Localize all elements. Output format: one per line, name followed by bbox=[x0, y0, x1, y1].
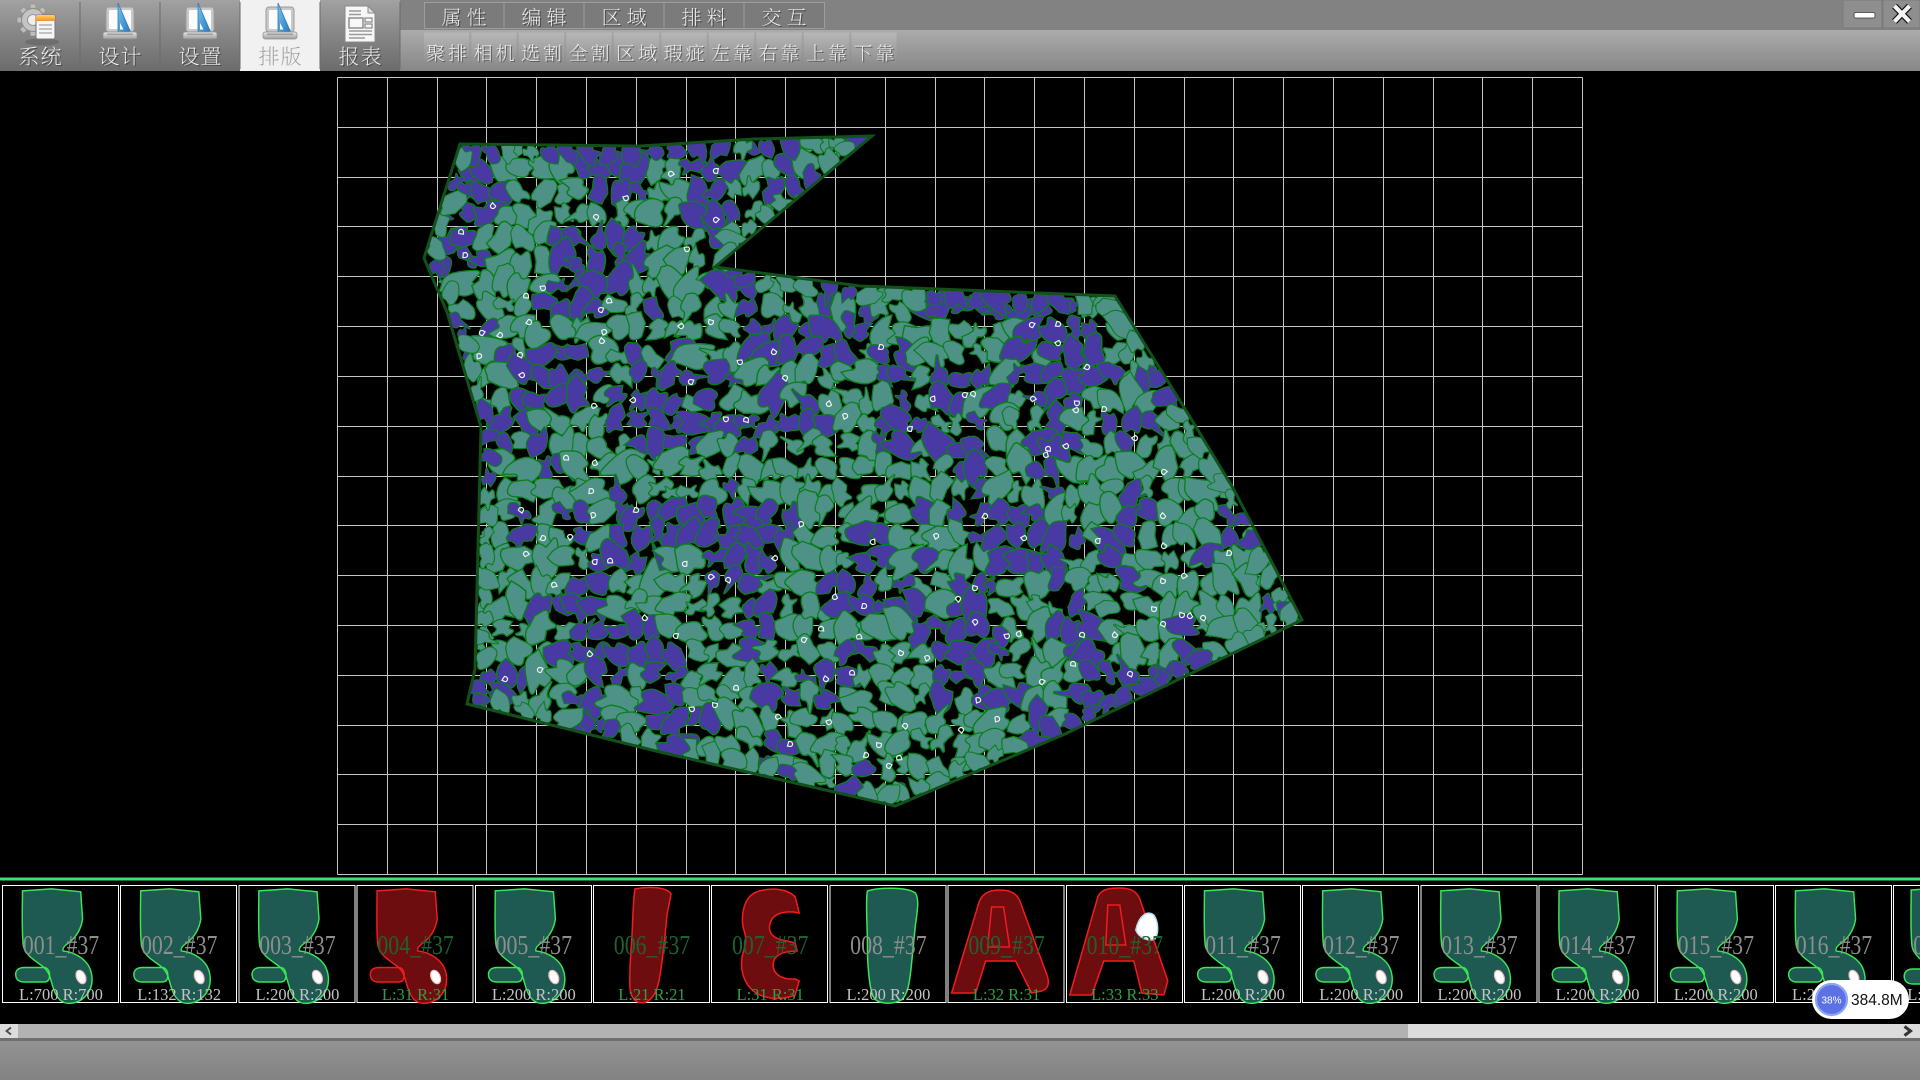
svg-text:014_#37: 014_#37 bbox=[1559, 931, 1635, 961]
svg-text:010_#37: 010_#37 bbox=[1087, 931, 1163, 961]
svg-text:016_#37: 016_#37 bbox=[1796, 931, 1872, 961]
svg-text:015_#37: 015_#37 bbox=[1678, 931, 1754, 961]
svg-text:007_#37: 007_#37 bbox=[732, 931, 808, 961]
svg-text:L:200 R:200: L:200 R:200 bbox=[1556, 985, 1640, 1004]
svg-text:L:31 R:31: L:31 R:31 bbox=[382, 985, 449, 1004]
svg-text:L:132 R:132: L:132 R:132 bbox=[137, 985, 221, 1004]
svg-text:L:200 R:200: L:200 R:200 bbox=[846, 985, 930, 1004]
svg-text:011_#37: 011_#37 bbox=[1205, 931, 1281, 961]
svg-text:L:21 R:21: L:21 R:21 bbox=[618, 985, 685, 1004]
svg-text:L:200 R:200: L:200 R:200 bbox=[492, 985, 576, 1004]
svg-text:013_#37: 013_#37 bbox=[1441, 931, 1517, 961]
svg-text:38%: 38% bbox=[1821, 996, 1841, 1007]
svg-text:L:33 R:33: L:33 R:33 bbox=[1091, 985, 1158, 1004]
svg-text:L:200 R:200: L:200 R:200 bbox=[1201, 985, 1285, 1004]
svg-text:017_#37: 017_#37 bbox=[1913, 931, 1920, 961]
svg-text:001_#37: 001_#37 bbox=[23, 931, 99, 961]
svg-text:004_#37: 004_#37 bbox=[377, 931, 453, 961]
svg-text:012_#37: 012_#37 bbox=[1323, 931, 1399, 961]
svg-text:L:200 R:200: L:200 R:200 bbox=[1907, 985, 1920, 1004]
svg-text:002_#37: 002_#37 bbox=[141, 931, 217, 961]
svg-text:384.8M: 384.8M bbox=[1851, 992, 1903, 1009]
svg-text:L:31 R:31: L:31 R:31 bbox=[737, 985, 804, 1004]
svg-text:L:700 R:700: L:700 R:700 bbox=[19, 985, 103, 1004]
svg-text:008_#37: 008_#37 bbox=[850, 931, 926, 961]
svg-text:006_#37: 006_#37 bbox=[614, 931, 690, 961]
svg-text:L:200 R:200: L:200 R:200 bbox=[1437, 985, 1521, 1004]
svg-text:L:200 R:200: L:200 R:200 bbox=[1319, 985, 1403, 1004]
svg-text:003_#37: 003_#37 bbox=[259, 931, 335, 961]
svg-text:L:200 R:200: L:200 R:200 bbox=[1674, 985, 1758, 1004]
svg-text:L:200 R:200: L:200 R:200 bbox=[255, 985, 339, 1004]
svg-text:009_#37: 009_#37 bbox=[968, 931, 1044, 961]
svg-text:005_#37: 005_#37 bbox=[496, 931, 572, 961]
svg-text:L:32 R:31: L:32 R:31 bbox=[973, 985, 1040, 1004]
